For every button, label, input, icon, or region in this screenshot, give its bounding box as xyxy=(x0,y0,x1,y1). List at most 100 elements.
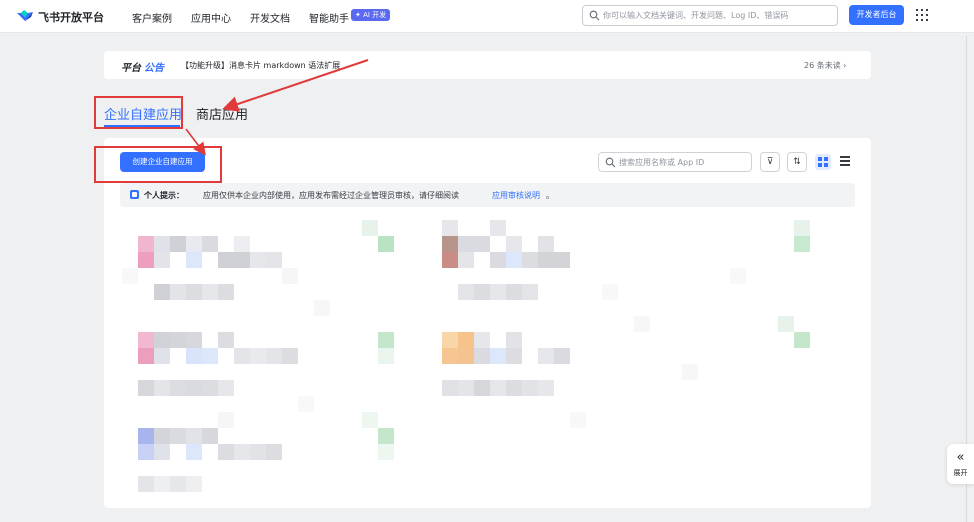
sort-button[interactable]: ⇅ xyxy=(787,152,807,172)
review-guide-link[interactable]: 应用审核说明 xyxy=(492,190,540,201)
blur-pixel xyxy=(154,380,170,396)
app-search-input[interactable]: 搜索应用名称或 App ID xyxy=(598,152,752,172)
developer-console-button[interactable]: 开发者后台 xyxy=(849,5,904,25)
blur-pixel xyxy=(378,332,394,348)
nav-dev-docs[interactable]: 开发文档 xyxy=(250,10,290,25)
blur-pixel xyxy=(314,300,330,316)
blur-pixel xyxy=(234,444,250,460)
notice-title: 个人提示： xyxy=(144,191,184,200)
blur-pixel xyxy=(442,348,458,364)
info-icon xyxy=(130,190,139,199)
blur-pixel xyxy=(266,348,282,364)
blur-pixel xyxy=(458,348,474,364)
blur-pixel xyxy=(458,332,474,348)
blur-pixel xyxy=(506,252,522,268)
sort-icon: ⇅ xyxy=(793,157,801,167)
announcement-text[interactable]: 【功能升级】消息卡片 markdown 语法扩展 xyxy=(181,60,340,71)
blur-pixel xyxy=(474,348,490,364)
blur-pixel xyxy=(170,380,186,396)
blur-pixel xyxy=(154,444,170,460)
apps-grid-icon[interactable] xyxy=(916,9,928,21)
blur-pixel xyxy=(474,380,490,396)
blur-pixel xyxy=(202,236,218,252)
blur-pixel xyxy=(234,348,250,364)
blur-pixel xyxy=(474,284,490,300)
blur-pixel xyxy=(490,348,506,364)
list-view-toggle-icon[interactable] xyxy=(839,155,851,167)
blur-pixel xyxy=(138,428,154,444)
expand-label: 展开 xyxy=(953,469,968,477)
blur-pixel xyxy=(170,332,186,348)
blur-pixel xyxy=(170,428,186,444)
blur-pixel xyxy=(122,268,138,284)
blur-pixel xyxy=(138,476,154,492)
notice-tail: 。 xyxy=(546,191,554,200)
double-chevron-left-icon: « xyxy=(956,450,965,465)
announcement-label-notice: 公告 xyxy=(144,63,164,74)
feishu-logo-icon[interactable] xyxy=(16,8,34,24)
blur-pixel xyxy=(458,380,474,396)
blur-pixel xyxy=(138,444,154,460)
blur-pixel xyxy=(282,348,298,364)
blur-pixel xyxy=(186,444,202,460)
blur-pixel xyxy=(202,380,218,396)
blur-pixel xyxy=(490,220,506,236)
blur-pixel xyxy=(458,236,474,252)
blur-pixel xyxy=(186,236,202,252)
blur-pixel xyxy=(218,380,234,396)
blur-pixel xyxy=(522,252,538,268)
filter-button[interactable]: ⊽ xyxy=(760,152,780,172)
search-icon xyxy=(589,10,600,21)
blur-pixel xyxy=(186,428,202,444)
top-navbar: 飞书开放平台 客户案例 应用中心 开发文档 智能助手 ✦ AI 开发 你可以输入… xyxy=(0,0,974,33)
blur-pixel xyxy=(186,380,202,396)
blur-pixel xyxy=(458,252,474,268)
blur-pixel xyxy=(218,332,234,348)
blur-pixel xyxy=(778,316,794,332)
blur-pixel xyxy=(442,380,458,396)
blur-pixel xyxy=(266,444,282,460)
blur-pixel xyxy=(250,444,266,460)
blur-pixel xyxy=(154,252,170,268)
blur-pixel xyxy=(490,380,506,396)
blur-pixel xyxy=(186,348,202,364)
blur-pixel xyxy=(170,284,186,300)
blur-pixel xyxy=(154,348,170,364)
app-list-panel: 创建企业自建应用 搜索应用名称或 App ID ⊽ ⇅ 个人提示： 应用仅供本企… xyxy=(104,138,871,508)
nav-app-center[interactable]: 应用中心 xyxy=(191,10,231,25)
card-view-toggle-icon[interactable] xyxy=(815,154,831,170)
announcement-unread-link[interactable]: 26 条未读 › xyxy=(804,60,846,71)
personal-tip-banner: 个人提示： 应用仅供本企业内部使用，应用发布需经过企业管理员审核，请仔细阅读 应… xyxy=(120,183,855,207)
blur-pixel xyxy=(490,284,506,300)
filter-icon: ⊽ xyxy=(766,157,774,167)
nav-customer-cases[interactable]: 客户案例 xyxy=(132,10,172,25)
blur-pixel xyxy=(506,348,522,364)
blur-pixel xyxy=(506,332,522,348)
blur-pixel xyxy=(202,348,218,364)
blurred-app-cards xyxy=(116,218,859,503)
doc-search-input[interactable]: 你可以输入文档关键词、开发问题、Log ID、错误码 xyxy=(582,5,838,26)
tab-store-apps[interactable]: 商店应用 xyxy=(196,104,248,123)
blur-pixel xyxy=(458,284,474,300)
announcement-bar[interactable]: 平台 公告 【功能升级】消息卡片 markdown 语法扩展 26 条未读 › xyxy=(104,51,871,79)
blur-pixel xyxy=(378,236,394,252)
blur-pixel xyxy=(218,412,234,428)
brand-name[interactable]: 飞书开放平台 xyxy=(38,9,104,25)
blur-pixel xyxy=(202,284,218,300)
nav-smart-assistant[interactable]: 智能助手 xyxy=(309,10,349,25)
blur-pixel xyxy=(362,220,378,236)
blur-pixel xyxy=(474,332,490,348)
blur-pixel xyxy=(362,412,378,428)
blur-pixel xyxy=(282,268,298,284)
blur-pixel xyxy=(138,348,154,364)
blur-pixel xyxy=(554,252,570,268)
blur-pixel xyxy=(506,236,522,252)
ai-dev-badge: ✦ AI 开发 xyxy=(351,9,391,21)
side-expand-button[interactable]: « 展开 xyxy=(947,444,974,484)
notice-text: 应用仅供本企业内部使用，应用发布需经过企业管理员审核，请仔细阅读 xyxy=(203,191,459,200)
blur-pixel xyxy=(202,428,218,444)
blur-pixel xyxy=(170,476,186,492)
blur-pixel xyxy=(442,252,458,268)
blur-pixel xyxy=(218,252,234,268)
search-icon xyxy=(605,157,616,168)
